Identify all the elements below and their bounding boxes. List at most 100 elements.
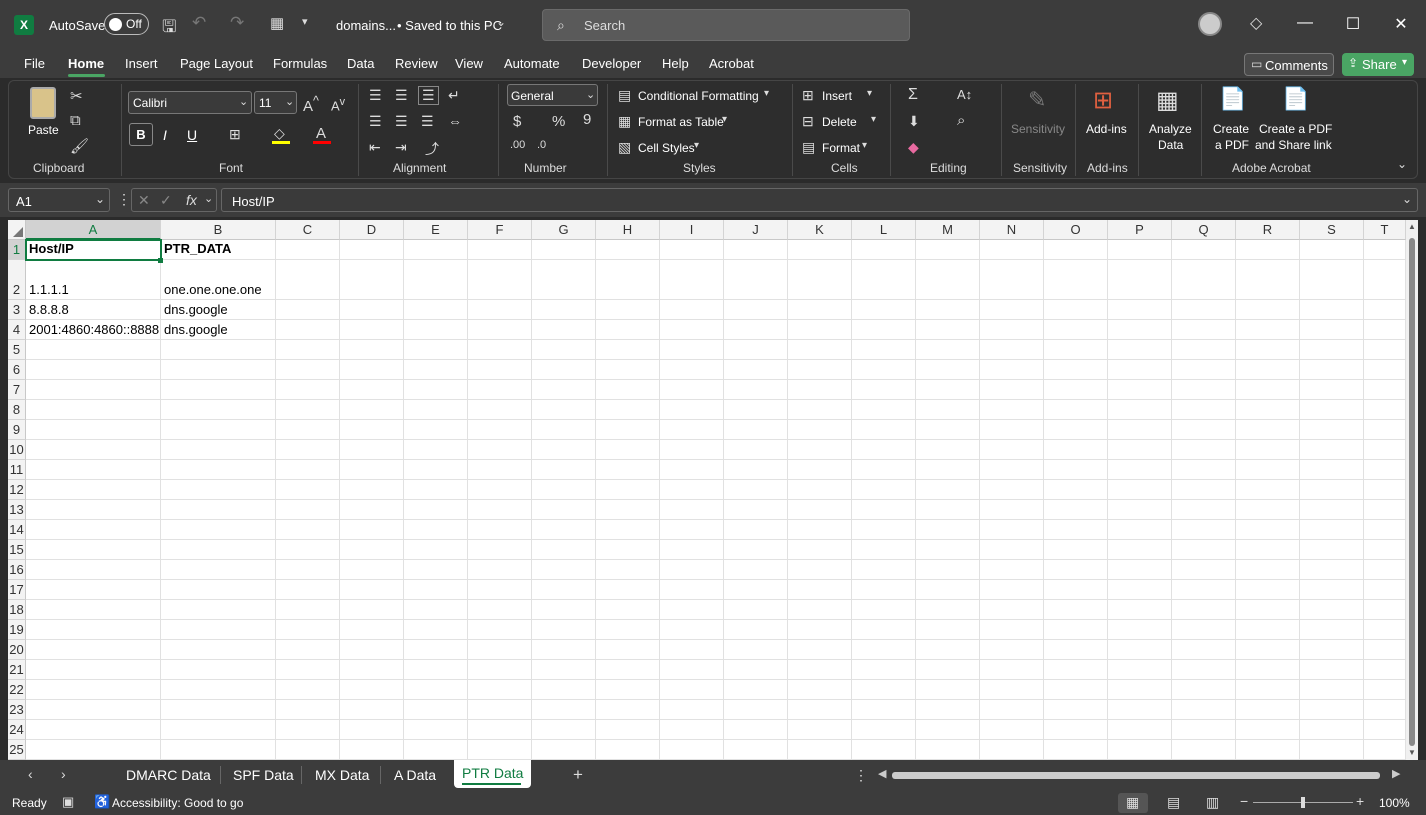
add-ins-button[interactable]: Add-ins [1086,122,1127,136]
format-cells-button[interactable]: Format [822,141,860,155]
macro-record-icon[interactable]: ▣ [62,794,74,810]
font-name-select[interactable]: Calibri ⌄ [128,91,252,114]
align-middle-icon[interactable]: ☰ [395,87,408,104]
create-pdf-icon[interactable]: 📄 [1219,86,1246,112]
sheet-tab-a[interactable]: A Data [394,767,436,783]
font-size-select[interactable]: 11 ⌄ [254,91,297,114]
more-icon[interactable]: ⋮ [117,191,131,208]
row-header-19[interactable]: 19 [8,620,26,640]
row-header-6[interactable]: 6 [8,360,26,380]
zoom-in-icon[interactable]: + [1356,793,1364,809]
decrease-font-icon[interactable]: Av [331,96,345,113]
avatar[interactable] [1198,12,1222,36]
maximize-button[interactable]: ☐ [1343,14,1363,34]
cell-b1[interactable]: PTR_DATA [161,241,231,256]
delete-cells-icon[interactable]: ⊟ [802,113,814,130]
row-header-14[interactable]: 14 [8,520,26,540]
align-left-icon[interactable]: ☰ [369,113,382,130]
accessibility-icon[interactable]: ♿ [94,794,110,810]
page-layout-view-icon[interactable]: ▤ [1167,794,1180,811]
autosave-toggle[interactable]: Off [104,13,149,35]
more-options-icon[interactable]: ⋮ [854,767,868,784]
increase-font-icon[interactable]: A^ [303,94,319,115]
sensitivity-icon[interactable]: ✎ [1028,87,1046,113]
prev-sheet-icon[interactable]: ‹ [28,766,33,782]
chevron-down-icon[interactable]: ▾ [867,88,872,99]
col-header-g[interactable]: G [532,220,596,240]
row-header-13[interactable]: 13 [8,500,26,520]
chevron-down-icon[interactable]: ▾ [862,140,867,151]
zoom-out-icon[interactable]: − [1240,793,1248,809]
tab-file[interactable]: File [24,56,45,71]
analyze-data-line2[interactable]: Data [1158,138,1183,152]
col-header-f[interactable]: F [468,220,532,240]
col-header-q[interactable]: Q [1172,220,1236,240]
find-select-icon[interactable]: ⌕ [957,112,965,129]
wrap-text-icon[interactable]: ↵ [448,87,460,104]
insert-cells-button[interactable]: Insert [822,89,852,103]
cell-a2[interactable]: 1.1.1.1 [26,282,69,297]
align-top-icon[interactable]: ☰ [369,87,382,104]
underline-button[interactable]: U [187,127,197,143]
col-header-o[interactable]: O [1044,220,1108,240]
minimize-button[interactable]: — [1295,14,1315,32]
col-header-c[interactable]: C [276,220,340,240]
create-share-pdf-line1[interactable]: Create a PDF [1259,122,1332,136]
analyze-data-line1[interactable]: Analyze [1149,122,1192,136]
tab-automate[interactable]: Automate [504,56,560,71]
tab-data[interactable]: Data [347,56,374,71]
close-button[interactable]: ✕ [1391,14,1411,34]
analyze-data-icon[interactable]: ▦ [1156,86,1179,115]
undo-icon[interactable]: ↶ [192,13,206,33]
redo-icon[interactable]: ↷ [230,13,244,33]
formula-input[interactable]: Host/IP ⌄ [221,188,1418,212]
row-header-18[interactable]: 18 [8,600,26,620]
bold-button[interactable]: B [129,123,153,146]
col-header-d[interactable]: D [340,220,404,240]
borders-icon[interactable]: ⊞ [229,126,241,143]
row-header-23[interactable]: 23 [8,700,26,720]
save-status[interactable]: • Saved to this PC [397,18,502,33]
cell-styles-icon[interactable]: ▧ [618,139,631,156]
sheet-tab-ptr-active[interactable]: PTR Data [454,760,531,788]
align-bottom-icon[interactable]: ☰ [418,86,439,105]
row-header-21[interactable]: 21 [8,660,26,680]
row-header-15[interactable]: 15 [8,540,26,560]
enter-icon[interactable]: ✓ [160,192,172,209]
insert-cells-icon[interactable]: ⊞ [802,87,814,104]
conditional-formatting-icon[interactable]: ▤ [618,87,631,104]
chevron-down-icon[interactable]: ▾ [764,88,769,99]
cell-styles-button[interactable]: Cell Styles [638,141,695,155]
select-all-button[interactable] [8,220,26,240]
row-header-22[interactable]: 22 [8,680,26,700]
chevron-down-icon[interactable]: ▾ [694,140,699,151]
decrease-decimal-icon[interactable]: .0 [537,139,546,151]
row-header-17[interactable]: 17 [8,580,26,600]
tab-help[interactable]: Help [662,56,689,71]
increase-indent-icon[interactable]: ⇥ [395,139,407,156]
vertical-scrollbar[interactable]: ▲ ▼ [1406,220,1418,760]
copy-icon[interactable]: ⧉ [70,112,81,129]
row-header-24[interactable]: 24 [8,720,26,740]
font-color-icon[interactable]: A [316,125,326,142]
fill-handle[interactable] [158,258,163,263]
col-header-n[interactable]: N [980,220,1044,240]
sheet-tab-spf[interactable]: SPF Data [233,767,294,783]
tab-review[interactable]: Review [395,56,438,71]
search-box[interactable]: ⌕ Search [542,9,910,41]
row-header-10[interactable]: 10 [8,440,26,460]
col-header-m[interactable]: M [916,220,980,240]
tab-developer[interactable]: Developer [582,56,641,71]
decrease-indent-icon[interactable]: ⇤ [369,139,381,156]
italic-button[interactable]: I [163,127,167,143]
diamond-icon[interactable]: ◇ [1250,13,1262,33]
scroll-left-icon[interactable]: ◀ [878,767,886,780]
share-button[interactable]: ⇪ Share ▾ [1342,53,1414,76]
add-sheet-icon[interactable]: + [573,765,583,785]
increase-decimal-icon[interactable]: .00 [510,139,525,151]
chevron-down-icon[interactable]: ▾ [722,114,727,125]
row-header-3[interactable]: 3 [8,300,26,320]
hscroll-thumb[interactable] [892,772,1380,779]
col-header-p[interactable]: P [1108,220,1172,240]
create-pdf-line2[interactable]: a PDF [1215,138,1249,152]
